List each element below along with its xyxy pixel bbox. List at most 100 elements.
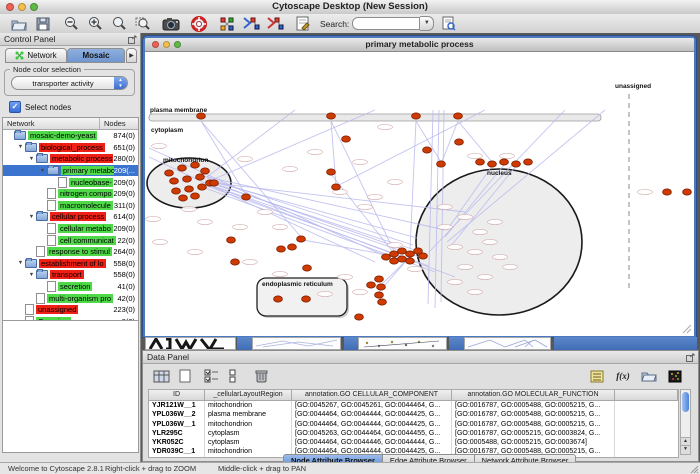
select-nodes-checkbox[interactable]: ✓	[9, 101, 21, 113]
network-node[interactable]	[524, 159, 533, 165]
network-node[interactable]	[242, 194, 251, 200]
network-node[interactable]	[512, 161, 521, 167]
network-node[interactable]	[367, 282, 376, 288]
tab-mosaic[interactable]: Mosaic	[67, 48, 125, 63]
table-scrollbar[interactable]: ▲ ▼	[680, 389, 691, 455]
open-file-icon[interactable]	[10, 15, 28, 32]
table-header-row[interactable]: ID_cellularLayoutRegionannotation.GO CEL…	[149, 390, 678, 401]
select-attributes-icon[interactable]	[201, 367, 221, 385]
network-window-close-button[interactable]	[152, 41, 159, 48]
float-panel-icon[interactable]	[686, 353, 695, 362]
network-node[interactable]	[342, 136, 351, 142]
network-node[interactable]	[382, 254, 391, 260]
tab-network[interactable]: Network	[5, 48, 67, 63]
zoom-window-button[interactable]	[30, 3, 38, 11]
network-window-title-bar[interactable]: primary metabolic process	[145, 38, 694, 52]
zoom-fit-icon[interactable]	[110, 15, 128, 32]
annotation-icon[interactable]	[294, 15, 312, 32]
tree-row[interactable]: cell communicat22(0)	[3, 234, 138, 246]
save-icon[interactable]	[34, 15, 52, 32]
zoom-out-icon[interactable]	[62, 15, 80, 32]
network-node[interactable]	[172, 188, 181, 194]
tree-row[interactable]: ▼primary metabo209(...	[3, 165, 138, 177]
matrix-view-icon[interactable]	[665, 367, 685, 385]
tree-col-nodes[interactable]: Nodes	[100, 118, 138, 129]
network-node[interactable]	[196, 174, 205, 180]
zoom-selected-icon[interactable]	[134, 15, 152, 32]
network-tree-header[interactable]: Network Nodes	[3, 118, 138, 130]
network-node[interactable]	[288, 244, 297, 250]
tree-expand-arrow[interactable]: ▼	[16, 144, 25, 150]
network-window-zoom-button[interactable]	[174, 41, 181, 48]
tree-expand-arrow[interactable]: ▼	[27, 214, 36, 220]
network-node[interactable]	[398, 256, 407, 262]
help-lifering-icon[interactable]	[190, 15, 208, 32]
attribute-table-icon[interactable]	[151, 367, 171, 385]
network-node[interactable]	[201, 168, 210, 174]
column-header[interactable]: ID	[149, 390, 205, 400]
unselect-attributes-icon[interactable]	[225, 367, 245, 385]
tree-row[interactable]: nitrogen compo209(0)	[3, 188, 138, 200]
attribute-list-icon[interactable]	[587, 367, 607, 385]
network-node[interactable]	[183, 176, 192, 182]
delete-attribute-trash-icon[interactable]	[251, 367, 271, 385]
network-node[interactable]	[390, 251, 399, 257]
network-node[interactable]	[500, 159, 509, 165]
background-window-edge[interactable]	[358, 337, 447, 350]
tree-row[interactable]: ▼metabolic process280(0)	[3, 153, 138, 165]
import-attributes-folder-icon[interactable]	[639, 367, 659, 385]
network-node[interactable]	[419, 253, 428, 259]
table-row[interactable]: YPL036W__1mitochondrion[GO:0044464, GO:0…	[149, 420, 678, 429]
select-nodes-row[interactable]: ✓ Select nodes	[9, 101, 71, 113]
tree-expand-arrow[interactable]: ▼	[27, 272, 36, 278]
column-header[interactable]: annotation.GO MOLECULAR_FUNCTION	[452, 390, 615, 400]
table-row[interactable]: YJR121W__1mitochondrion[GO:0045267, GO:0…	[149, 401, 678, 410]
tree-row[interactable]: unassigned223(0)	[3, 304, 138, 316]
network-node[interactable]	[476, 159, 485, 165]
network-node[interactable]	[423, 147, 432, 153]
network-node[interactable]	[390, 258, 399, 264]
network-node[interactable]	[231, 259, 240, 265]
tree-row[interactable]: ▼biological_process651(0)	[3, 142, 138, 154]
tree-row[interactable]: ▼transport558(0)	[3, 269, 138, 281]
network-node[interactable]	[406, 258, 415, 264]
network-node[interactable]	[191, 193, 200, 199]
tree-col-network[interactable]: Network	[3, 118, 100, 129]
network-node[interactable]	[663, 189, 672, 195]
network-window-minimize-button[interactable]	[163, 41, 170, 48]
column-header[interactable]: _cellularLayoutRegion	[205, 390, 292, 400]
network-node[interactable]	[165, 170, 174, 176]
network-node[interactable]	[455, 139, 464, 145]
background-window-edge[interactable]	[554, 337, 697, 350]
network-node[interactable]	[179, 195, 188, 201]
tab-overflow-arrow[interactable]: ▶	[126, 48, 137, 63]
scrollbar-thumb[interactable]	[682, 392, 689, 412]
tree-row[interactable]: secretion41(0)	[3, 281, 138, 293]
network-node[interactable]	[327, 113, 336, 119]
background-window-edge[interactable]	[464, 337, 551, 350]
float-panel-icon[interactable]	[128, 35, 137, 44]
tree-row[interactable]: nucleobase-209(0)	[3, 176, 138, 188]
tree-row[interactable]: response to stimul264(0)	[3, 246, 138, 258]
window-resize-grip[interactable]	[680, 322, 692, 334]
network-node[interactable]	[277, 246, 286, 252]
zoom-in-icon[interactable]	[86, 15, 104, 32]
network-node[interactable]	[488, 161, 497, 167]
tree-row[interactable]: ▼establishment of lo558(0)	[3, 258, 138, 270]
search-dropdown-arrow[interactable]: ▼	[420, 16, 434, 31]
network-node[interactable]	[375, 276, 384, 282]
network-node[interactable]	[412, 113, 421, 119]
network-node[interactable]	[185, 186, 194, 192]
minimize-window-button[interactable]	[18, 3, 26, 11]
network-node[interactable]	[227, 237, 236, 243]
birdseye-view-panel[interactable]	[2, 320, 139, 453]
table-row[interactable]: YLR295Ccytoplasm[GO:0045263, GO:0044464,…	[149, 429, 678, 438]
network-node[interactable]	[170, 178, 179, 184]
tree-expand-arrow[interactable]: ▼	[16, 260, 25, 266]
network-node[interactable]	[302, 296, 311, 302]
export-network-icon[interactable]	[266, 15, 284, 32]
search-input[interactable]	[352, 17, 420, 30]
network-node[interactable]	[355, 314, 364, 320]
network-node[interactable]	[327, 169, 336, 175]
network-node[interactable]	[332, 184, 341, 190]
